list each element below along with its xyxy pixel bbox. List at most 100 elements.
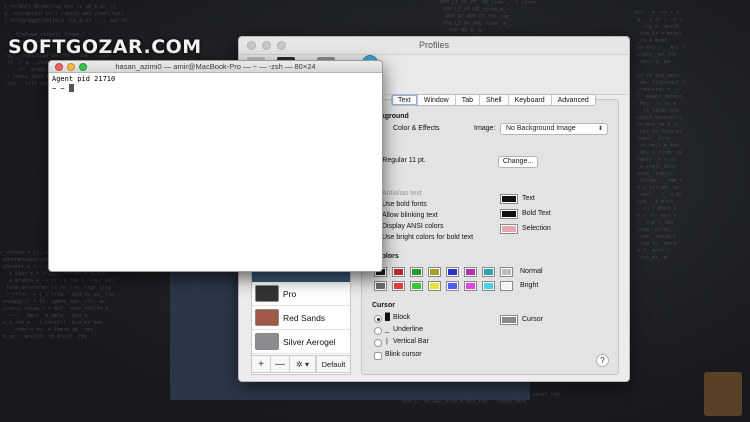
profile-item-red-sands[interactable]: Red Sands: [252, 306, 350, 330]
tab-shell[interactable]: Shell: [480, 95, 509, 105]
tab-advanced[interactable]: Advanced: [552, 95, 595, 105]
profiles-title: Profiles: [418, 40, 449, 50]
selection-color-well[interactable]: [500, 224, 518, 234]
cursor-block-label: Block: [393, 314, 411, 321]
cursor-vertical-bar-glyph-icon: |: [386, 338, 388, 345]
terminal-title: hasan_azimi0 — amir@MacBook-Pro — ~ — -z…: [115, 62, 316, 71]
cursor-section-heading: Cursor: [372, 302, 395, 309]
background-image-value: No Background Image: [506, 125, 576, 132]
ansi-color-fill: [394, 269, 403, 275]
cursor-color-fill: [502, 317, 516, 323]
default-profile-button[interactable]: Default: [316, 356, 350, 372]
tab-text[interactable]: Text: [392, 95, 418, 105]
corner-logo: [704, 372, 742, 416]
ansi-color-swatch[interactable]: [410, 267, 423, 277]
change-font-button[interactable]: Change...: [498, 156, 538, 168]
ansi-color-fill: [466, 269, 475, 275]
ansi-color-swatch[interactable]: [500, 267, 513, 277]
ansi-color-swatch[interactable]: [482, 281, 495, 291]
watermark-logo: SOFTGOZAR.COM: [8, 36, 202, 58]
gear-menu-icon[interactable]: ✲ ▾: [290, 356, 316, 372]
cursor-underline-radio[interactable]: [374, 327, 382, 335]
ansi-color-fill: [502, 283, 511, 289]
ansi-color-fill: [412, 269, 421, 275]
cursor-vertical-bar-label: Vertical Bar: [393, 338, 429, 345]
bold-text-color-fill: [502, 211, 516, 217]
text-color-fill: [502, 196, 516, 202]
selection-color-label: Selection: [522, 225, 551, 232]
profile-name: Pro: [283, 288, 297, 299]
help-button[interactable]: ?: [596, 354, 609, 367]
ansi-color-swatch[interactable]: [464, 267, 477, 277]
ansi-color-swatch[interactable]: [410, 281, 423, 291]
ansi-color-fill: [466, 283, 475, 289]
terminal-line: Agent pid 21710: [52, 75, 116, 83]
ansi-color-swatch[interactable]: [392, 281, 405, 291]
cursor-vertical-bar-radio[interactable]: [374, 339, 382, 347]
bold-text-color-well[interactable]: [500, 209, 518, 219]
blink-cursor-checkbox[interactable]: [374, 352, 382, 360]
ansi-color-fill: [394, 283, 403, 289]
ansi-color-fill: [430, 269, 439, 275]
allow-blinking-text-option[interactable]: Allow blinking text: [382, 212, 438, 219]
ansi-color-fill: [430, 283, 439, 289]
text-color-label: Text: [522, 195, 535, 202]
ansi-color-fill: [412, 283, 421, 289]
profile-item-pro[interactable]: Pro: [252, 282, 350, 306]
ansi-color-swatch[interactable]: [482, 267, 495, 277]
profile-list-footer: + — ✲ ▾ Default: [251, 355, 351, 373]
cursor-underline-glyph-icon: _: [385, 326, 389, 333]
antialias-text-option[interactable]: Antialias text: [382, 190, 422, 197]
display-ansi-colors-option[interactable]: Display ANSI colors: [382, 223, 443, 230]
ansi-color-swatch[interactable]: [500, 281, 513, 291]
ansi-color-swatch[interactable]: [428, 281, 441, 291]
ansi-color-swatch[interactable]: [446, 267, 459, 277]
selection-color-fill: [502, 226, 516, 232]
background-color-label: Color & Effects: [393, 125, 440, 132]
tab-window[interactable]: Window: [418, 95, 456, 105]
remove-profile-button[interactable]: —: [271, 356, 290, 372]
cursor-underline-label: Underline: [393, 326, 423, 333]
cursor-color-label: Cursor: [522, 316, 544, 323]
ansi-color-swatch[interactable]: [428, 267, 441, 277]
ansi-color-fill: [448, 269, 457, 275]
ansi-color-fill: [484, 269, 493, 275]
background-image-select[interactable]: No Background Image ⬍: [500, 123, 608, 135]
tab-keyboard[interactable]: Keyboard: [509, 95, 552, 105]
cursor-color-well[interactable]: [500, 315, 518, 325]
add-profile-button[interactable]: +: [252, 356, 271, 372]
profile-thumbnail: [255, 333, 279, 350]
terminal-prompt: ~ ~: [52, 85, 69, 93]
profile-item-silver-aerogel[interactable]: Silver Aerogel: [252, 330, 350, 354]
bold-text-color-label: Bold Text: [522, 210, 551, 217]
profiles-titlebar[interactable]: Profiles: [239, 37, 629, 55]
terminal-prompt-line: ~ ~: [52, 84, 379, 94]
image-label: Image:: [474, 125, 496, 132]
tab-tab[interactable]: Tab: [456, 95, 481, 105]
profile-thumbnail: [255, 309, 279, 326]
blink-cursor-label: Blink cursor: [385, 351, 422, 358]
text-cursor-icon: [68, 84, 74, 92]
terminal-window: hasan_azimi0 — amir@MacBook-Pro — ~ — -z…: [48, 60, 383, 272]
terminal-titlebar[interactable]: hasan_azimi0 — amir@MacBook-Pro — ~ — -z…: [49, 61, 382, 73]
ansi-bright-label: Bright: [520, 282, 539, 289]
text-color-well[interactable]: [500, 194, 518, 204]
profile-thumbnail: [255, 285, 279, 302]
cursor-block-radio[interactable]: [374, 315, 382, 323]
ansi-color-swatch[interactable]: [464, 281, 477, 291]
ansi-color-swatch[interactable]: [446, 281, 459, 291]
ansi-color-fill: [502, 269, 511, 275]
profile-name: Silver Aerogel: [283, 336, 336, 347]
ansi-color-swatch[interactable]: [392, 267, 405, 277]
ansi-color-swatch[interactable]: [374, 281, 387, 291]
use-bold-fonts-option[interactable]: Use bold fonts: [382, 201, 427, 208]
select-arrows-icon: ⬍: [597, 126, 603, 132]
terminal-output[interactable]: Agent pid 21710 ~ ~: [49, 73, 382, 96]
settings-tabs: Text Window Tab Shell Keyboard Advanced: [391, 94, 596, 106]
profile-name: Red Sands: [283, 312, 326, 323]
ansi-color-fill: [484, 283, 493, 289]
settings-panel: Background Color & Effects Image: No Bac…: [361, 99, 619, 375]
ansi-normal-label: Normal: [520, 268, 543, 275]
cursor-block-glyph-icon: █: [385, 314, 390, 321]
bright-colors-bold-option[interactable]: Use bright colors for bold text: [382, 234, 473, 241]
